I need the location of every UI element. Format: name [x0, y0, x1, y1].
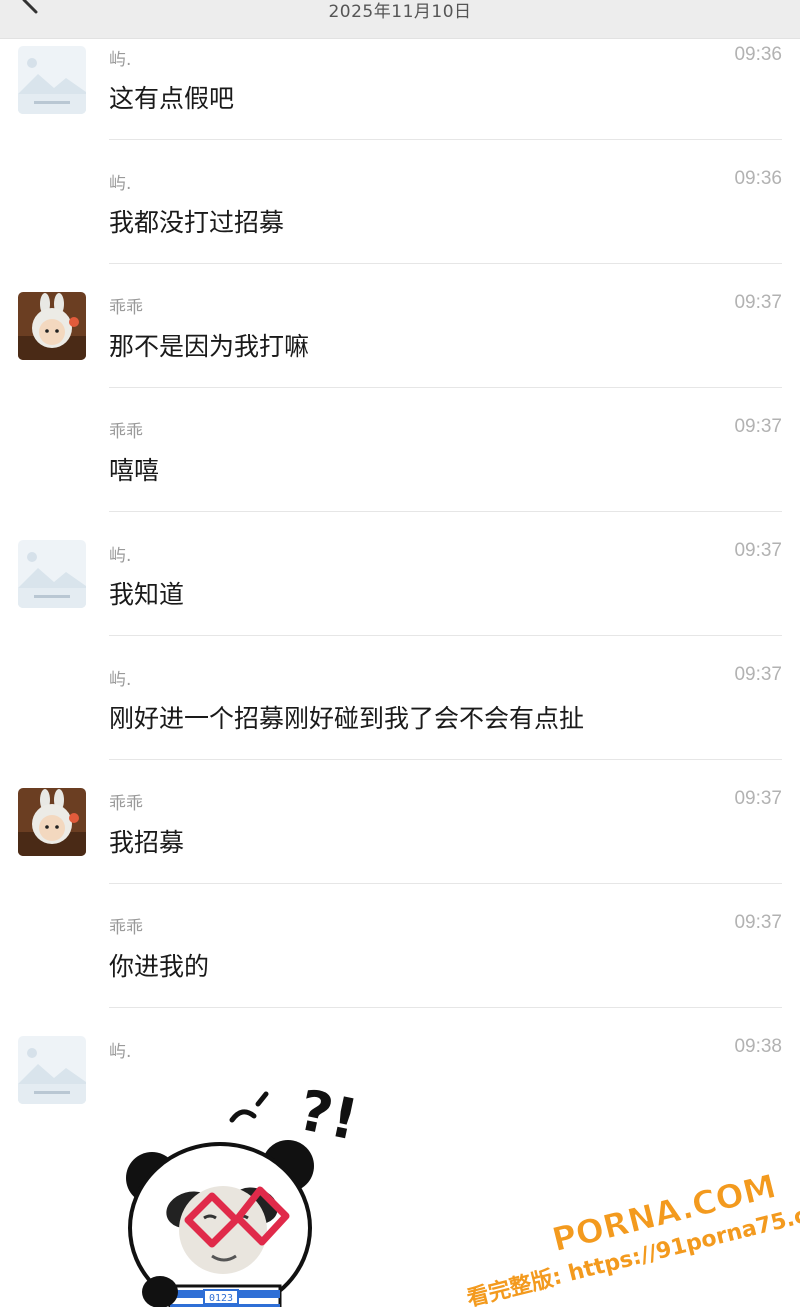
bunny-hat-doll-icon: [18, 788, 86, 856]
chat-message[interactable]: 乖乖 09:37 你进我的: [0, 884, 800, 1008]
message-text: 我知道: [109, 580, 185, 609]
chat-message[interactable]: 屿. 09:36 这有点假吧: [0, 38, 800, 140]
message-time: 09:36: [734, 44, 782, 65]
sticker-badge-text: 0123: [209, 1293, 233, 1304]
chat-message[interactable]: 屿. 09:36 我都没打过招募: [0, 140, 800, 264]
top-bar: 2025年11月10日: [0, 0, 800, 39]
message-text: 我都没打过招募: [109, 208, 285, 237]
sender-name: 乖乖: [109, 794, 143, 814]
message-time: 09:36: [734, 168, 782, 189]
message-text: 我招募: [109, 828, 185, 857]
date-title: 2025年11月10日: [328, 2, 472, 22]
chat-message[interactable]: 乖乖 09:37 嘻嘻: [0, 388, 800, 512]
chat-message[interactable]: 屿. 09:37 我知道: [0, 512, 800, 636]
avatar[interactable]: [18, 540, 86, 608]
sender-name: 屿.: [109, 50, 132, 70]
message-text: 嘻嘻: [109, 456, 160, 485]
sender-name: 屿.: [109, 1042, 132, 1062]
chat-message[interactable]: 屿. 09:37 刚好进一个招募刚好碰到我了会不会有点扯: [0, 636, 800, 760]
message-time: 09:37: [734, 664, 782, 685]
panda-sticker-icon: ?! 0123: [126, 1078, 363, 1307]
message-time: 09:37: [734, 788, 782, 809]
message-text: 那不是因为我打嘛: [109, 332, 310, 361]
watermark: PORNA.COM 看完整版: https://91porna75.com: [440, 1140, 800, 1307]
message-time: 09:37: [734, 292, 782, 313]
avatar[interactable]: [18, 788, 86, 856]
message-time: 09:37: [734, 540, 782, 561]
sender-name: 屿.: [109, 670, 132, 690]
sender-name: 乖乖: [109, 298, 143, 318]
avatar[interactable]: [18, 1036, 86, 1104]
avatar[interactable]: [18, 46, 86, 114]
chat-screen: 2025年11月10日 屿. 09:36 这有点假吧 屿. 09:36 我都没打…: [0, 0, 800, 1307]
sticker-text: ?!: [293, 1078, 363, 1154]
placeholder-image-icon: [18, 1036, 86, 1104]
avatar[interactable]: [18, 292, 86, 360]
message-text: 刚好进一个招募刚好碰到我了会不会有点扯: [109, 704, 585, 733]
message-time: 09:37: [734, 912, 782, 933]
placeholder-image-icon: [18, 540, 86, 608]
placeholder-image-icon: [18, 46, 86, 114]
sender-name: 乖乖: [109, 918, 143, 938]
message-text: 你进我的: [109, 952, 210, 981]
message-text: 这有点假吧: [109, 84, 235, 113]
message-time: 09:38: [734, 1036, 782, 1057]
sender-name: 乖乖: [109, 422, 143, 442]
bunny-hat-doll-icon: [18, 292, 86, 360]
message-time: 09:37: [734, 416, 782, 437]
panda-glasses-sticker[interactable]: ?! 0123: [108, 1060, 368, 1307]
chat-message[interactable]: 乖乖 09:37 那不是因为我打嘛: [0, 264, 800, 388]
chat-message[interactable]: 乖乖 09:37 我招募: [0, 760, 800, 884]
sender-name: 屿.: [109, 546, 132, 566]
sender-name: 屿.: [109, 174, 132, 194]
